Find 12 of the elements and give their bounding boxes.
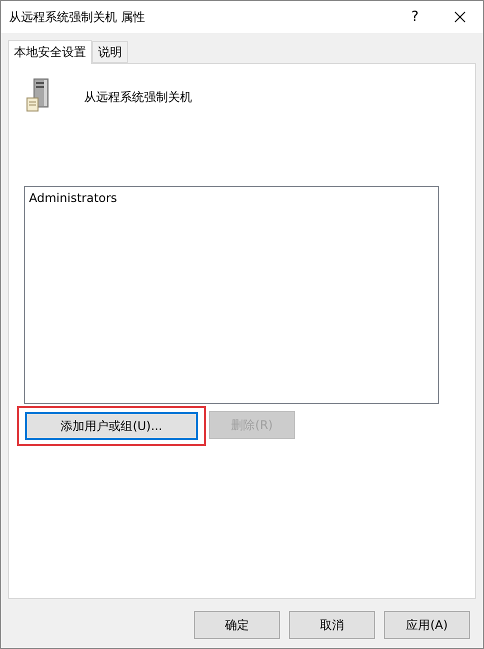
dialog-button[interactable]: 确定 (194, 611, 280, 639)
dialog-button[interactable]: 取消 (289, 611, 375, 639)
help-button[interactable]: ? (393, 9, 437, 25)
close-icon (454, 11, 466, 23)
user-list[interactable]: Administrators (24, 186, 439, 404)
policy-name: 从远程系统强制关机 (84, 89, 192, 106)
list-item[interactable]: Administrators (28, 190, 435, 206)
tab[interactable]: 说明 (92, 41, 128, 63)
dialog-button[interactable]: 应用(A) (384, 611, 470, 639)
window-title: 从远程系统强制关机 属性 (9, 8, 146, 26)
add-user-button[interactable]: 添加用户或组(U)... (25, 412, 198, 440)
tab[interactable]: 本地安全设置 (8, 40, 92, 64)
